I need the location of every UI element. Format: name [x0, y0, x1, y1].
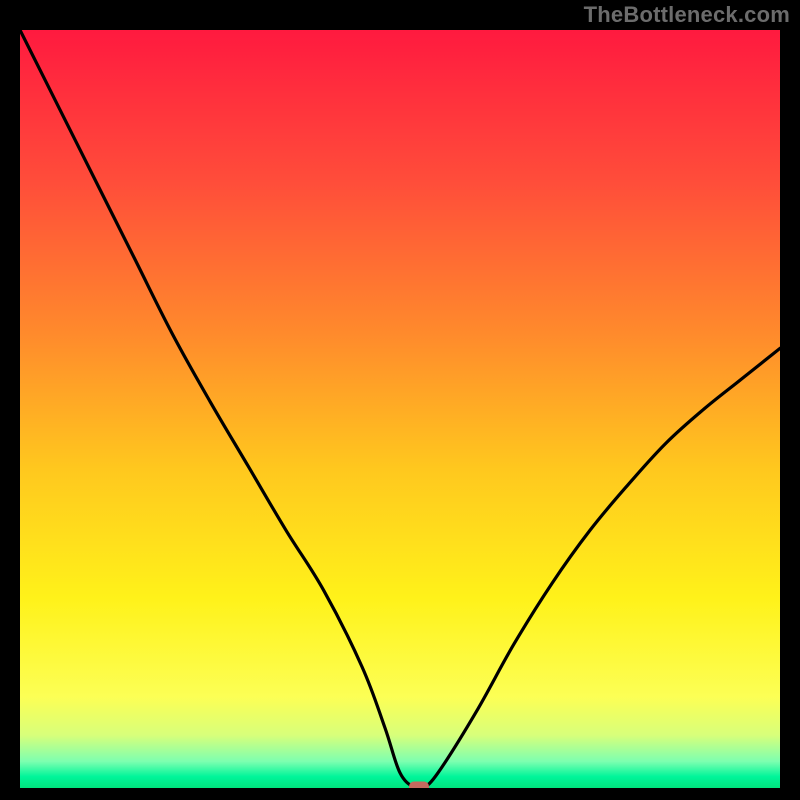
optimum-marker	[409, 782, 429, 789]
gradient-background	[20, 30, 780, 788]
chart-frame: TheBottleneck.com	[0, 0, 800, 800]
bottleneck-plot	[20, 30, 780, 788]
watermark-label: TheBottleneck.com	[584, 2, 790, 28]
